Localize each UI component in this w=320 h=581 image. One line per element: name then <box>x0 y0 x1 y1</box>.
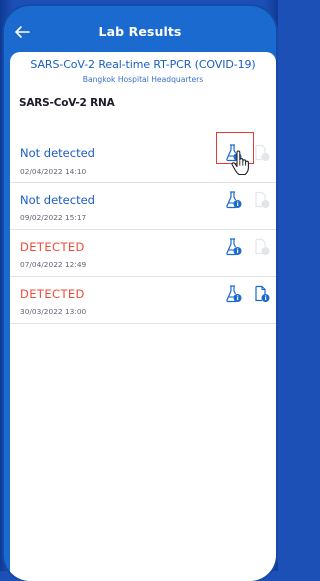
document-info-icon[interactable] <box>254 191 270 209</box>
section-label: SARS-CoV-2 RNA <box>19 97 115 109</box>
result-status: Not detected <box>20 193 95 207</box>
result-row[interactable]: Not detected 09/02/2022 15:17 <box>10 183 276 230</box>
result-status: Not detected <box>20 146 95 160</box>
result-date: 30/03/2022 13:00 <box>20 307 87 316</box>
results-list: Not detected 02/04/2022 14:10 Not detect… <box>10 132 276 324</box>
result-date: 07/04/2022 12:49 <box>20 260 87 269</box>
document-info-icon[interactable] <box>254 144 270 162</box>
result-status: DETECTED <box>20 240 85 254</box>
result-row[interactable]: DETECTED 07/04/2022 12:49 <box>10 230 276 277</box>
document-info-icon[interactable] <box>254 285 270 303</box>
lab-flask-info-icon[interactable] <box>226 238 242 256</box>
result-row[interactable]: Not detected 02/04/2022 14:10 <box>10 132 276 183</box>
result-status: DETECTED <box>20 287 85 301</box>
content-panel: SARS-CoV-2 Real-time RT-PCR (COVID-19) B… <box>10 52 276 581</box>
result-date: 09/02/2022 15:17 <box>20 213 87 222</box>
lab-flask-info-icon[interactable] <box>226 285 242 303</box>
result-row[interactable]: DETECTED 30/03/2022 13:00 <box>10 277 276 324</box>
hand-pointer-cursor-icon <box>230 150 252 176</box>
lab-flask-info-icon[interactable] <box>226 191 242 209</box>
page-title: Lab Results <box>98 24 182 39</box>
hospital-name: Bangkok Hospital Headquarters <box>82 75 204 84</box>
app-header: Lab Results <box>4 6 276 52</box>
result-date: 02/04/2022 14:10 <box>20 167 87 176</box>
test-title: SARS-CoV-2 Real-time RT-PCR (COVID-19) <box>30 58 256 71</box>
phone-frame: Lab Results SARS-CoV-2 Real-time RT-PCR … <box>4 6 276 581</box>
document-info-icon[interactable] <box>254 238 270 256</box>
